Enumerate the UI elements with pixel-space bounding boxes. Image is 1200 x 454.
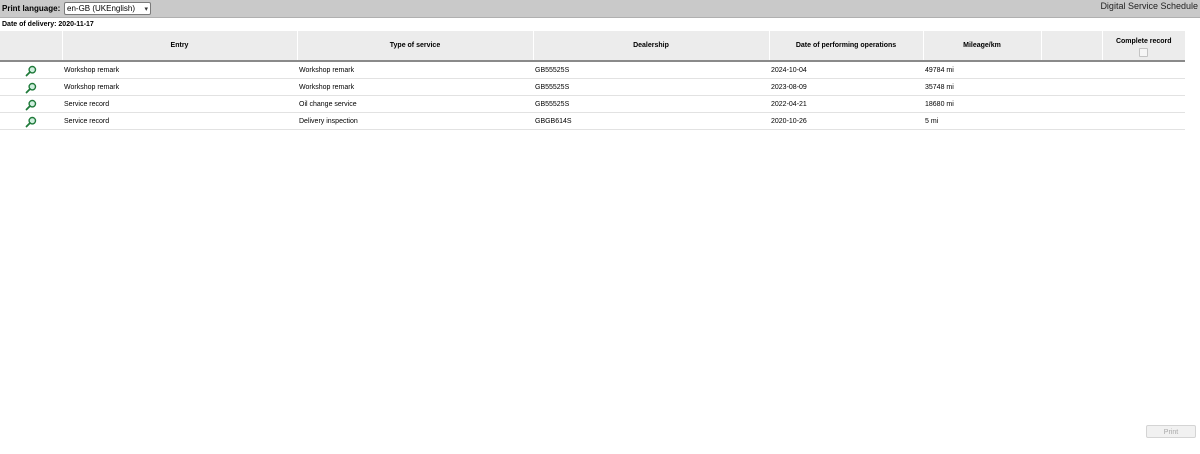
delivery-date: Date of delivery: 2020-11-17: [2, 21, 94, 28]
cell-type-of-service: Delivery inspection: [297, 112, 533, 130]
complete-record-label: Complete record: [1115, 38, 1172, 45]
cell-blank: [1041, 112, 1102, 130]
table-row[interactable]: Workshop remark Workshop remark GB55525S…: [0, 78, 1185, 96]
table-row[interactable]: Workshop remark Workshop remark GB55525S…: [0, 61, 1185, 79]
cell-complete-record: [1102, 112, 1185, 130]
top-bar: Print language: en-GB (UKEnglish) ▾ Digi…: [0, 0, 1200, 18]
cell-dealership: GB55525S: [533, 78, 769, 96]
cell-mileage: 5 mi: [923, 112, 1041, 130]
complete-record-checkbox[interactable]: [1139, 48, 1149, 57]
cell-dealership: GB55525S: [533, 61, 769, 79]
header-dealership: Dealership: [532, 31, 769, 62]
header-mileage: Mileage/km: [922, 31, 1041, 62]
print-language-value: en-GB (UKEnglish): [67, 4, 136, 13]
cell-entry: Service record: [62, 95, 297, 113]
magnifier-icon[interactable]: [25, 99, 37, 111]
magnifier-icon[interactable]: [25, 65, 37, 77]
cell-date: 2020-10-26: [769, 112, 923, 130]
cell-date: 2022-04-21: [769, 95, 923, 113]
print-language-label: Print language:: [2, 4, 61, 13]
cell-entry: Workshop remark: [62, 78, 297, 96]
cell-dealership: GBGB614S: [533, 112, 769, 130]
cell-mileage: 18680 mi: [923, 95, 1041, 113]
print-button[interactable]: Print: [1146, 425, 1196, 438]
header-date: Date of performing operations: [768, 31, 923, 62]
header-type-of-service: Type of service: [296, 31, 533, 62]
cell-date: 2023-08-09: [769, 78, 923, 96]
cell-type-of-service: Workshop remark: [297, 78, 533, 96]
table-header-row: Entry Type of service Dealership Date of…: [0, 31, 1185, 62]
cell-type-of-service: Workshop remark: [297, 61, 533, 79]
row-detail-button[interactable]: [0, 95, 62, 113]
cell-blank: [1041, 61, 1102, 79]
app-title: Digital Service Schedule: [1100, 1, 1198, 11]
service-records-table: Entry Type of service Dealership Date of…: [0, 31, 1185, 130]
cell-entry: Workshop remark: [62, 61, 297, 79]
magnifier-icon[interactable]: [25, 116, 37, 128]
header-icon-column: [0, 31, 62, 62]
table-row[interactable]: Service record Oil change service GB5552…: [0, 95, 1185, 113]
header-entry: Entry: [61, 31, 297, 62]
magnifier-icon[interactable]: [25, 82, 37, 94]
cell-blank: [1041, 95, 1102, 113]
cell-complete-record: [1102, 95, 1185, 113]
row-detail-button[interactable]: [0, 112, 62, 130]
cell-blank: [1041, 78, 1102, 96]
cell-date: 2024-10-04: [769, 61, 923, 79]
cell-entry: Service record: [62, 112, 297, 130]
print-language-select[interactable]: en-GB (UKEnglish) ▾: [64, 2, 151, 15]
cell-complete-record: [1102, 61, 1185, 79]
cell-mileage: 49784 mi: [923, 61, 1041, 79]
chevron-down-icon: ▾: [144, 5, 148, 13]
cell-mileage: 35748 mi: [923, 78, 1041, 96]
row-detail-button[interactable]: [0, 78, 62, 96]
header-complete-record: Complete record: [1101, 31, 1185, 62]
cell-complete-record: [1102, 78, 1185, 96]
header-blank-column: [1040, 31, 1102, 62]
cell-dealership: GB55525S: [533, 95, 769, 113]
cell-type-of-service: Oil change service: [297, 95, 533, 113]
row-detail-button[interactable]: [0, 61, 62, 79]
table-row[interactable]: Service record Delivery inspection GBGB6…: [0, 112, 1185, 130]
